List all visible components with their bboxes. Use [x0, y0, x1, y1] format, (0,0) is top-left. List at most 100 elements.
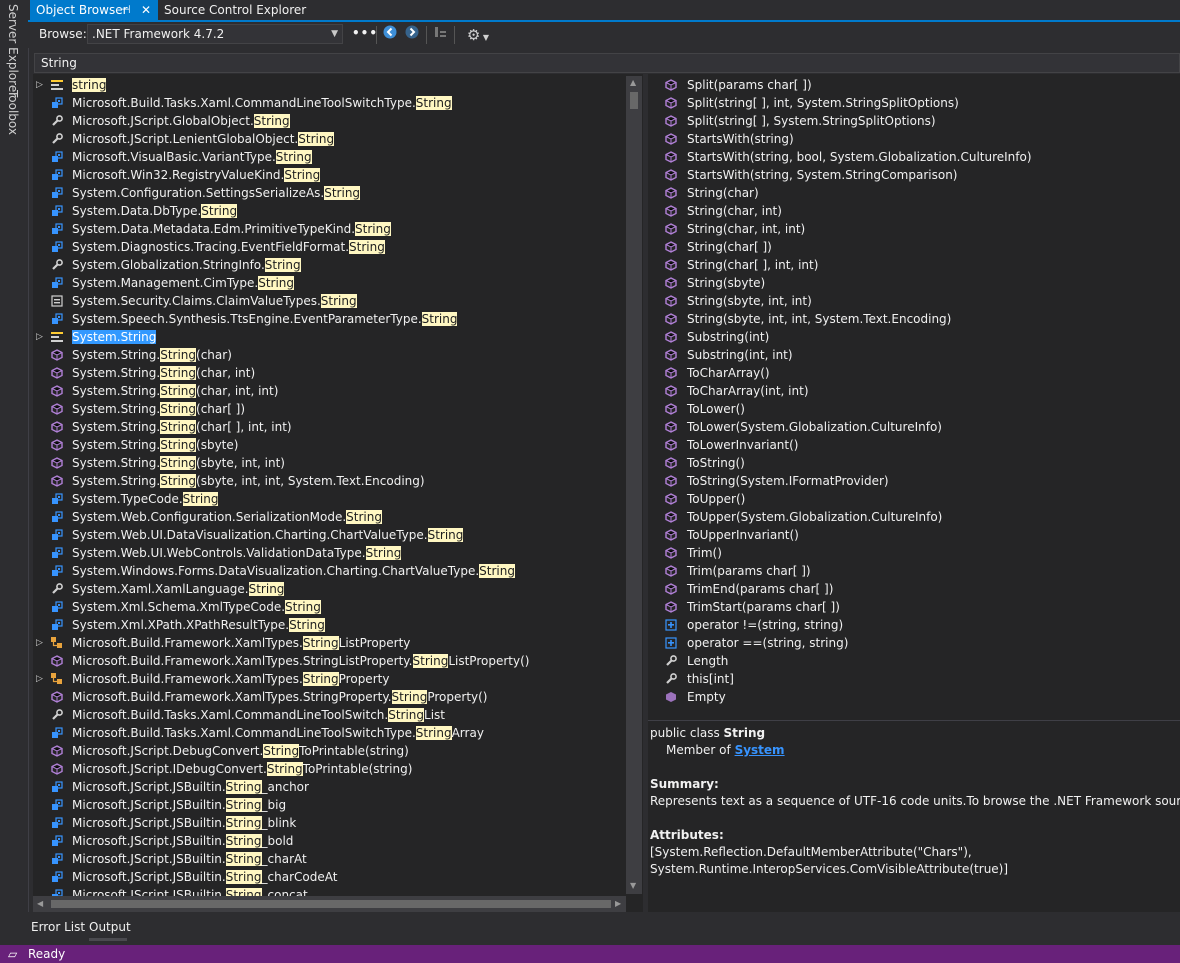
expand-icon[interactable]: ▷	[36, 328, 46, 346]
enum-icon	[52, 799, 63, 810]
method-icon	[665, 79, 677, 91]
label-prefix: System.Data.Metadata.Edm.PrimitiveTypeKi…	[72, 222, 356, 236]
toolbox-tab[interactable]: Toolbox	[6, 90, 20, 135]
horizontal-scroll-thumb[interactable]	[51, 900, 611, 908]
method-icon	[665, 511, 677, 523]
label-prefix: Microsoft.VisualBasic.VariantType.	[72, 150, 276, 164]
vertical-scrollbar[interactable]: ▲ ▼	[626, 76, 642, 894]
enum-icon	[52, 727, 63, 738]
tree-row-label: Microsoft.JScript.JSBuiltin.String_charC…	[72, 868, 337, 886]
label-prefix: Microsoft.Build.Framework.XamlTypes.	[72, 672, 303, 686]
search-match-highlight: String	[160, 348, 197, 362]
wrench-icon	[666, 673, 677, 684]
constant-icon	[51, 295, 63, 307]
expand-icon[interactable]: ▷	[36, 76, 46, 94]
tree-row-label: Microsoft.Build.Tasks.Xaml.CommandLineTo…	[72, 724, 484, 742]
tree-row-label: System.String.String(char)	[72, 346, 232, 364]
method-icon	[665, 439, 677, 451]
pin-icon[interactable]: ⊣	[121, 0, 131, 20]
wrench-icon	[52, 133, 63, 144]
tab-object-browser[interactable]: Object Browser ⊣ ✕	[30, 0, 158, 20]
search-match-highlight: String	[264, 258, 301, 272]
tab-error-list[interactable]: Error List	[31, 920, 85, 934]
label-prefix: Microsoft.Build.Framework.XamlTypes.Stri…	[72, 654, 413, 668]
label-prefix: System.String.	[72, 348, 161, 362]
search-input[interactable]: String	[34, 53, 1180, 73]
tree-row-label: System.String.String(char[ ])	[72, 400, 245, 418]
label-prefix: System.String.	[72, 402, 161, 416]
member-label: String(sbyte)	[687, 276, 766, 290]
enum-icon	[52, 817, 63, 828]
close-icon[interactable]: ✕	[141, 0, 151, 20]
tree-row-label: System.Diagnostics.Tracing.EventFieldFor…	[72, 238, 385, 256]
label-prefix: System.Management.CimType.	[72, 276, 259, 290]
label-suffix: (char, int)	[196, 366, 256, 380]
status-text: Ready	[28, 947, 66, 961]
method-icon	[665, 277, 677, 289]
member-label: String(sbyte, int, int, System.Text.Enco…	[687, 312, 952, 326]
enum-icon	[52, 547, 63, 558]
wrench-icon	[52, 259, 63, 270]
tab-source-control-explorer[interactable]: Source Control Explorer	[164, 0, 306, 20]
search-match-highlight: String	[289, 618, 325, 632]
enum-icon	[52, 97, 63, 108]
objects-tree-pane[interactable]: ▷ string Microsoft.Build.Tasks.Xaml.Comman…	[33, 74, 643, 912]
method-icon	[51, 421, 63, 433]
label-prefix: System.Security.Claims.ClaimValueTypes.	[72, 294, 321, 308]
member-label: Trim()	[687, 546, 722, 560]
horizontal-scrollbar[interactable]: ◀ ▶	[33, 896, 626, 912]
edit-custom-component-set-button[interactable]: •••	[352, 26, 378, 40]
search-match-highlight: String	[427, 528, 464, 542]
tree-row-label: System.String.String(char, int)	[72, 364, 255, 382]
member-label: StartsWith(string, bool, System.Globaliz…	[687, 150, 1032, 164]
member-label: ToLower(System.Globalization.CultureInfo…	[687, 420, 942, 434]
back-button[interactable]	[380, 25, 400, 45]
namespace-icon	[51, 332, 63, 342]
method-icon	[665, 601, 677, 613]
label-prefix: Microsoft.JScript.JSBuiltin.	[72, 852, 226, 866]
vertical-scroll-thumb[interactable]	[630, 92, 638, 109]
scroll-up-icon[interactable]: ▲	[630, 78, 636, 87]
label-prefix: Microsoft.Build.Tasks.Xaml.CommandLineTo…	[72, 708, 389, 722]
browse-dropdown[interactable]: .NET Framework 4.7.2 ▼	[87, 24, 343, 44]
label-prefix: Microsoft.JScript.IDebugConvert.	[72, 762, 267, 776]
method-icon	[665, 403, 677, 415]
settings-button[interactable]: ⚙ ▼	[460, 25, 496, 45]
namespace-icon	[51, 80, 63, 90]
tab-output[interactable]: Output	[89, 920, 131, 934]
search-match-highlight: String	[320, 294, 357, 308]
label-suffix: List	[424, 708, 446, 722]
label-prefix: Microsoft.JScript.JSBuiltin.	[72, 780, 226, 794]
enum-icon	[52, 619, 63, 630]
method-icon	[665, 115, 677, 127]
scroll-down-icon[interactable]: ▼	[630, 881, 636, 890]
server-explorer-tab[interactable]: Server Explorer	[6, 4, 20, 97]
member-label: String(char, int, int)	[687, 222, 806, 236]
expand-icon[interactable]: ▷	[36, 670, 46, 688]
label-suffix: Property()	[427, 690, 488, 704]
declaration: public class String	[650, 725, 765, 742]
tree-row-label: Microsoft.JScript.JSBuiltin.String_bold	[72, 832, 293, 850]
expand-icon[interactable]: ▷	[36, 634, 46, 652]
scroll-left-icon[interactable]: ◀	[37, 899, 43, 908]
member-label: String(char[ ], int, int)	[687, 258, 819, 272]
attribute-line: System.Runtime.InteropServices.ComVisibl…	[650, 862, 1009, 876]
scroll-right-icon[interactable]: ▶	[615, 899, 621, 908]
member-label: Substring(int)	[687, 330, 770, 344]
tree-row-label: System.Web.Configuration.SerializationMo…	[72, 508, 382, 526]
search-match-highlight: String	[285, 600, 321, 614]
member-label: Split(string[ ], System.StringSplitOptio…	[687, 114, 936, 128]
browse-label: Browse:	[39, 27, 87, 41]
add-to-references-button[interactable]	[430, 25, 450, 45]
search-match-highlight: String	[412, 654, 449, 668]
tree-row-label: System.Xml.Schema.XmlTypeCode.String	[72, 598, 321, 616]
search-match-highlight: String	[302, 636, 339, 650]
declaration-prefix: public class	[650, 726, 724, 740]
member-of-link[interactable]: System	[735, 743, 785, 757]
wrench-icon	[52, 709, 63, 720]
forward-button[interactable]	[402, 25, 422, 45]
label-prefix: Microsoft.Build.Tasks.Xaml.CommandLineTo…	[72, 726, 416, 740]
tree-row-label: System.Xaml.XamlLanguage.String	[72, 580, 285, 598]
side-tool-strip: Server Explorer Toolbox	[0, 0, 29, 945]
tree-row-label: Microsoft.JScript.LenientGlobalObject.St…	[72, 130, 335, 148]
